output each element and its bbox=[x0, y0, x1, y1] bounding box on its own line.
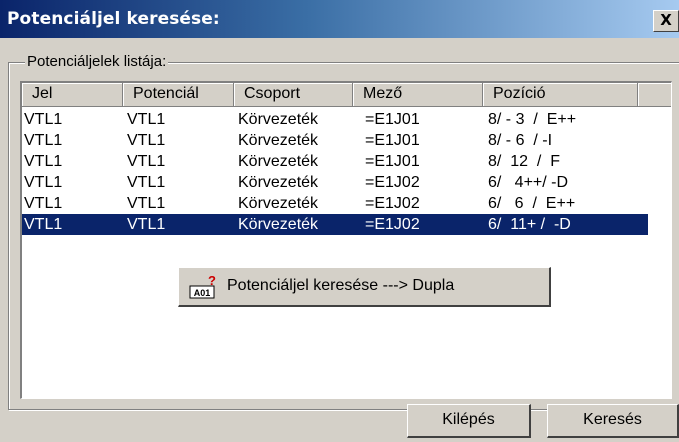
column-header[interactable]: Pozíció bbox=[483, 83, 638, 107]
table-cell: VTL1 bbox=[24, 153, 63, 170]
table-row[interactable]: VTL1 VTL1 Körvezeték =E1J01 8/ 12 / F bbox=[22, 151, 648, 172]
table-cell: VTL1 bbox=[127, 153, 166, 170]
table-cell: Körvezeték bbox=[238, 111, 319, 128]
table-row[interactable]: VTL1 VTL1 Körvezeték =E1J01 8/ - 3 / E++ bbox=[22, 109, 648, 130]
table-cell: =E1J02 bbox=[365, 195, 420, 212]
table-cell: VTL1 bbox=[127, 195, 166, 212]
icon-text: A01 bbox=[194, 288, 211, 298]
table-cell: 8/ 12 / F bbox=[488, 153, 561, 170]
context-menu: A01 ? Potenciáljel keresése ---> Dupla bbox=[178, 267, 551, 307]
table-cell: =E1J01 bbox=[365, 132, 420, 149]
exit-button[interactable]: Kilépés bbox=[407, 404, 531, 438]
table-cell: =E1J02 bbox=[365, 216, 420, 233]
table-cell: 8/ - 3 / E++ bbox=[488, 111, 577, 128]
table-cell: VTL1 bbox=[24, 111, 63, 128]
table-cell: 8/ - 6 / -I bbox=[488, 132, 553, 149]
table-row[interactable]: VTL1 VTL1 Körvezeték =E1J01 8/ - 6 / -I bbox=[22, 130, 648, 151]
table-cell: VTL1 bbox=[24, 174, 63, 191]
table-cell: VTL1 bbox=[24, 132, 63, 149]
group-label: Potenciáljelek listája: bbox=[25, 53, 169, 70]
search-button[interactable]: Keresés bbox=[547, 404, 679, 438]
table-cell: =E1J02 bbox=[365, 174, 420, 191]
potential-list[interactable]: Jel Potenciál Csoport Mező Pozíció VTL1 VTL1 K… bbox=[20, 81, 672, 399]
context-menu-item-search[interactable]: Potenciáljel keresése ---> Dupla bbox=[227, 277, 454, 295]
table-cell: 6/ 4++/ -D bbox=[488, 174, 569, 191]
table-cell: =E1J01 bbox=[365, 153, 420, 170]
table-cell: VTL1 bbox=[127, 174, 166, 191]
column-header[interactable]: Jel bbox=[22, 83, 123, 107]
window-title: Potenciáljel keresése: bbox=[7, 9, 220, 29]
column-header-filler bbox=[638, 83, 671, 107]
table-cell: VTL1 bbox=[24, 216, 63, 233]
table-cell: VTL1 bbox=[127, 111, 166, 128]
table-row[interactable]: VTL1 VTL1 Körvezeték =E1J02 6/ 6 / E++ bbox=[22, 193, 648, 214]
table-cell: Körvezeték bbox=[238, 195, 319, 212]
close-button[interactable]: X bbox=[653, 10, 679, 32]
table-cell: Körvezeték bbox=[238, 216, 319, 233]
column-header[interactable]: Csoport bbox=[234, 83, 353, 107]
table-cell: Körvezeték bbox=[238, 174, 319, 191]
table-cell: VTL1 bbox=[127, 216, 166, 233]
table-row[interactable]: VTL1 VTL1 Körvezeték =E1J02 6/ 11+ / -D bbox=[22, 214, 648, 235]
table-cell: Körvezeték bbox=[238, 132, 319, 149]
table-cell: VTL1 bbox=[127, 132, 166, 149]
search-potential-icon: A01 ? bbox=[189, 274, 216, 299]
svg-text:?: ? bbox=[208, 274, 216, 288]
table-cell: 6/ 11+ / -D bbox=[488, 216, 571, 233]
title-bar: Potenciáljel keresése: X bbox=[0, 0, 679, 38]
table-cell: VTL1 bbox=[24, 195, 63, 212]
column-header[interactable]: Mező bbox=[353, 83, 483, 107]
column-header[interactable]: Potenciál bbox=[123, 83, 234, 107]
table-cell: =E1J01 bbox=[365, 111, 420, 128]
table-cell: 6/ 6 / E++ bbox=[488, 195, 576, 212]
table-row[interactable]: VTL1 VTL1 Körvezeték =E1J02 6/ 4++/ -D bbox=[22, 172, 648, 193]
table-cell: Körvezeték bbox=[238, 153, 319, 170]
